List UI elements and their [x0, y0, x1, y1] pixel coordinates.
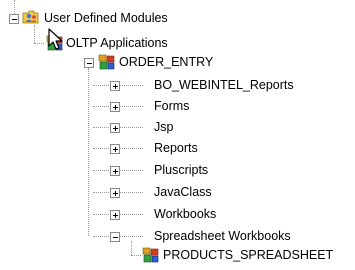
collapse-toggle[interactable] — [84, 58, 94, 68]
tree-node-label: Reports — [154, 141, 198, 155]
tree-node-pluscripts[interactable]: Pluscripts — [0, 160, 300, 180]
expand-toggle[interactable] — [110, 123, 120, 133]
tree-node-spreadsheet-workbooks[interactable]: Spreadsheet Workbooks — [0, 226, 300, 246]
tree-node-workbooks[interactable]: Workbooks — [0, 204, 300, 224]
tree-node-bo-webintel-reports[interactable]: BO_WEBINTEL_Reports — [0, 75, 300, 95]
tree-node-jsp[interactable]: Jsp — [0, 117, 300, 137]
tree-node-label: ORDER_ENTRY — [119, 55, 214, 69]
tree-node-label: PRODUCTS_SPREADSHEET — [163, 248, 334, 262]
mouse-pointer-icon — [48, 28, 63, 50]
tree-node-label: OLTP Applications — [66, 36, 168, 50]
tree-node-user-defined-modules[interactable]: User Defined Modules — [0, 8, 300, 28]
tree-node-products-spreadsheet[interactable]: PRODUCTS_SPREADSHEET — [0, 245, 355, 265]
tree-node-label: User Defined Modules — [44, 11, 168, 25]
tree-node-label: JavaClass — [154, 185, 212, 199]
tree-node-label: Forms — [154, 99, 190, 113]
expand-toggle[interactable] — [110, 102, 120, 112]
tree-node-label: Workbooks — [154, 207, 217, 221]
folder-users-icon — [22, 10, 39, 24]
tree-node-order-entry[interactable]: ORDER_ENTRY — [0, 52, 300, 72]
puzzle-pieces-icon — [98, 54, 115, 70]
tree-node-oltp-applications[interactable]: OLTP Applications — [0, 33, 300, 53]
expand-toggle[interactable] — [110, 188, 120, 198]
tree-node-label: Jsp — [154, 120, 174, 134]
expand-toggle[interactable] — [110, 144, 120, 154]
expand-toggle[interactable] — [110, 166, 120, 176]
tree-node-label: Pluscripts — [154, 163, 209, 177]
expand-toggle[interactable] — [110, 210, 120, 220]
collapse-toggle[interactable] — [9, 14, 19, 24]
tree-node-forms[interactable]: Forms — [0, 96, 300, 116]
tree-node-reports[interactable]: Reports — [0, 138, 300, 158]
tree-node-javaclass[interactable]: JavaClass — [0, 182, 300, 202]
module-tree: User Defined Modules OLTP Applications O… — [0, 0, 355, 270]
puzzle-pieces-icon — [142, 247, 159, 263]
tree-node-label: Spreadsheet Workbooks — [154, 229, 291, 243]
expand-toggle[interactable] — [110, 81, 120, 91]
collapse-toggle[interactable] — [110, 232, 120, 242]
tree-node-label: BO_WEBINTEL_Reports — [154, 78, 294, 92]
